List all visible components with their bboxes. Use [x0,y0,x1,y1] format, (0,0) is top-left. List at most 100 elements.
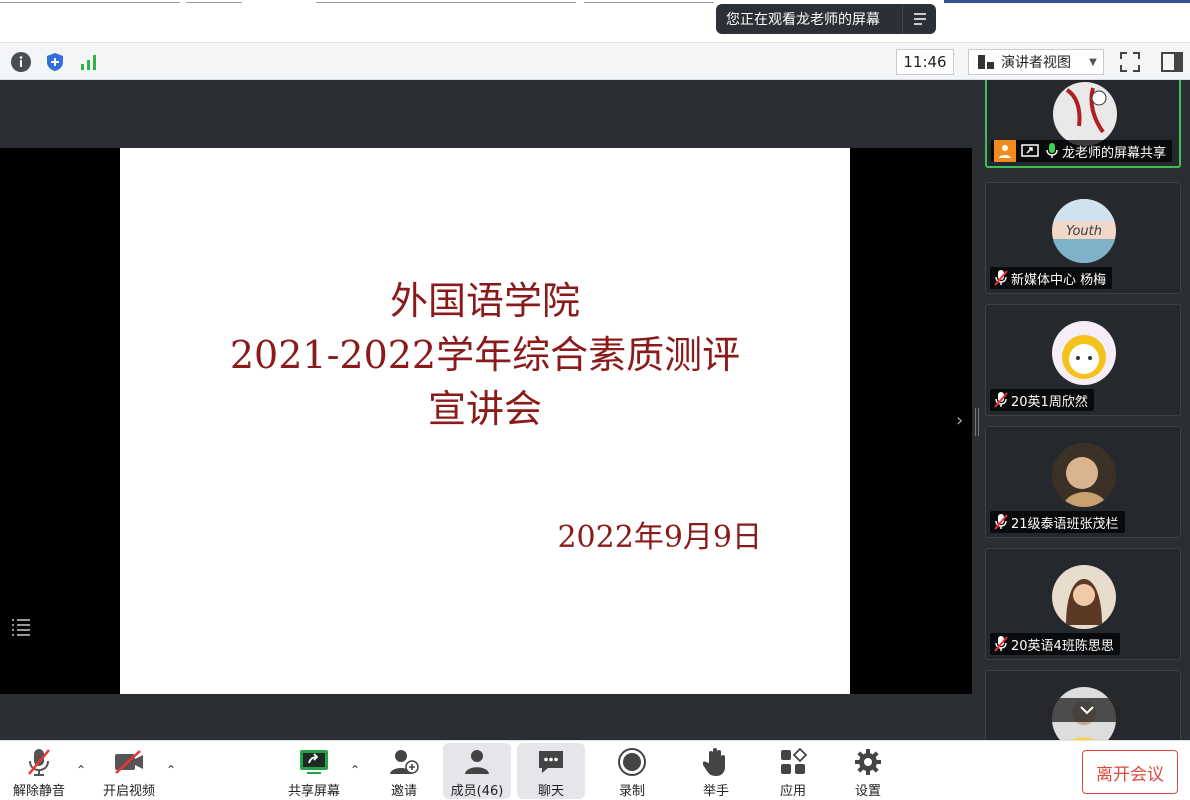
avatar [1052,321,1116,385]
microphone-muted-icon [994,514,1008,530]
gear-icon [855,749,881,775]
participant-nametag: 新媒体中心 杨梅 [990,267,1113,289]
signal-bars-icon [81,55,96,70]
share-banner-text: 您正在观看龙老师的屏幕 [726,12,880,28]
people-icon [465,750,489,774]
background-window-edge [584,0,714,3]
microphone-muted-icon [994,392,1008,408]
slide-list-button[interactable] [10,616,32,638]
layout-icon [978,55,994,69]
participant-nametag: 20英语4班陈思思 [990,633,1120,655]
share-screen-label: 共享屏幕 [287,784,340,799]
participant-name: 新媒体中心 杨梅 [1011,272,1107,288]
microphone-icon [1046,143,1058,158]
video-camera-off-icon [115,750,143,774]
chevron-down-icon [1080,706,1094,715]
microphone-muted-icon [994,636,1008,652]
screen-share-banner: 您正在观看龙老师的屏幕 [716,4,936,34]
start-video-label: 开启视频 [102,784,155,799]
security-button[interactable] [44,51,66,73]
unmute-label: 解除静音 [12,784,65,799]
raise-hand-label: 举手 [702,784,729,799]
menu-icon [913,13,926,25]
avatar [1052,443,1116,507]
microphone-muted-icon [28,749,50,776]
participant-nametag: 21级泰语班张茂栏 [990,511,1125,533]
fullscreen-button[interactable] [1118,50,1142,74]
background-window-edge [186,0,242,3]
chevron-up-icon[interactable]: ⌃ [166,763,180,777]
chat-bubble-icon [539,751,563,773]
apps-button[interactable]: 应用 [765,743,821,799]
share-screen-button[interactable]: 共享屏幕 [282,743,346,799]
participants-button[interactable]: 成员(46) [443,743,511,799]
participants-label: 成员(46) [450,784,504,799]
shared-screen-area: 外国语学院 2021-2022学年综合素质测评 宣讲会 2022年9月9日 [0,80,972,740]
user-icon [994,140,1016,162]
meeting-info-bar: 11:46 演讲者视图 ▼ [0,42,1190,80]
participant-nametag: 龙老师的屏幕共享 [991,140,1173,162]
chat-button[interactable]: 聊天 [517,743,585,799]
participant-name: 20英1周欣然 [1011,394,1088,410]
hand-icon [703,748,725,776]
meeting-toolbar: 解除静音 ⌃ 开启视频 ⌃ 共享屏幕 ⌃ 邀请 成员(46) 聊天 录制 举手 … [0,740,1190,800]
participant-name: 21级泰语班张茂栏 [1011,516,1119,532]
chevron-up-icon[interactable]: ⌃ [76,763,90,777]
participant-name: 20英语4班陈思思 [1011,638,1114,654]
slide-title-line1: 外国语学院 [389,279,580,323]
raise-hand-button[interactable]: 举手 [688,743,744,799]
apps-icon [781,748,807,774]
share-menu-button[interactable] [902,4,936,34]
participant-name: 龙老师的屏幕共享 [1062,145,1167,161]
participant-tile[interactable]: Youth 新媒体中心 杨梅 [985,182,1181,294]
slide-title-line2: 2021-2022学年综合素质测评 [229,333,741,377]
view-mode-select[interactable]: 演讲者视图 ▼ [968,49,1104,75]
network-status-button[interactable] [78,51,100,73]
invite-label: 邀请 [390,784,417,799]
record-button[interactable]: 录制 [604,743,660,799]
toggle-panel-button[interactable] [1160,50,1184,74]
settings-button[interactable]: 设置 [840,743,896,799]
chevron-right-icon[interactable]: › [956,410,970,432]
presentation-slide: 外国语学院 2021-2022学年综合素质测评 宣讲会 2022年9月9日 [120,148,850,694]
background-window-edge [944,0,1190,3]
svg-text:Youth: Youth [1066,224,1102,239]
meeting-info-button[interactable] [10,51,32,73]
participant-tile[interactable]: 21级泰语班张茂栏 [985,426,1181,538]
resize-grip[interactable] [975,408,979,436]
view-mode-label: 演讲者视图 [1001,55,1071,71]
screen-share-icon [1019,140,1041,162]
avatar: Youth [1052,199,1116,263]
record-label: 录制 [618,784,645,799]
background-window-edge [0,0,180,3]
invite-button[interactable]: 邀请 [376,743,432,799]
add-user-icon [390,750,419,774]
side-panel-icon [1161,52,1183,72]
chevron-up-icon[interactable]: ⌃ [350,763,364,777]
scroll-down-button[interactable] [1043,698,1131,722]
shield-icon [47,53,63,71]
apps-label: 应用 [779,784,806,799]
settings-label: 设置 [854,784,881,799]
list-icon [12,619,30,636]
avatar [1052,565,1116,629]
start-video-button[interactable]: 开启视频 [96,743,162,799]
participant-tile[interactable]: 20英语4班陈思思 [985,548,1181,660]
slide-date: 2022年9月9日 [557,520,762,555]
participant-video-panel: 龙老师的屏幕共享 Youth 新媒体中心 杨梅 20英1周欣然 21级泰语班张茂… [982,80,1190,740]
unmute-button[interactable]: 解除静音 [6,743,72,799]
info-icon [11,52,31,72]
avatar [1053,82,1117,146]
participant-nametag: 20英1周欣然 [990,389,1094,411]
participant-tile[interactable]: 龙老师的屏幕共享 [985,80,1181,168]
chat-label: 聊天 [537,784,564,799]
fullscreen-icon [1120,52,1140,72]
background-window-edge [316,0,576,3]
record-icon [618,748,646,776]
participant-tile[interactable]: 20英1周欣然 [985,304,1181,416]
leave-meeting-button[interactable]: 离开会议 [1082,750,1178,794]
chevron-down-icon: ▼ [1089,56,1097,68]
microphone-muted-icon [994,270,1008,286]
top-strip: 您正在观看龙老师的屏幕 [0,0,1190,42]
meeting-clock: 11:46 [896,49,954,75]
